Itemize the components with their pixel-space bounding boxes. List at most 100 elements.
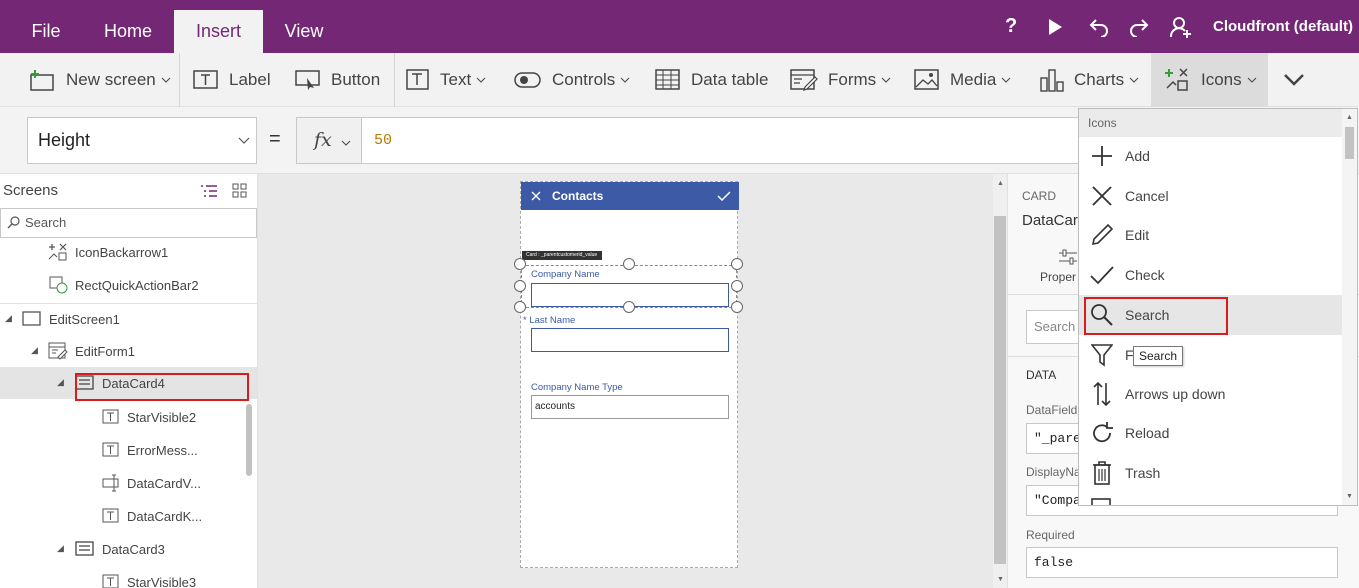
canvas-scrollbar[interactable]: ▲ ▼ (993, 174, 1007, 588)
tree-item-datacard3[interactable]: DataCard3 (75, 533, 165, 565)
equals-sign: = (269, 128, 281, 150)
ribbon-divider (179, 53, 180, 107)
tree-item-starvisible2[interactable]: StarVisible2 (102, 401, 196, 433)
chevron-down-icon (161, 77, 171, 83)
app-screen-preview[interactable]: Contacts Card : _parentcustomerid_value … (520, 181, 739, 568)
data-table-button[interactable]: Data table (655, 53, 769, 107)
icon-option-arrows-up-down[interactable]: Arrows up down (1079, 374, 1343, 414)
scroll-down-arrow-icon[interactable]: ▼ (1346, 493, 1353, 500)
tree-item-editscreen1[interactable]: EditScreen1 (22, 303, 120, 335)
resize-handle[interactable] (731, 258, 743, 270)
formula-input[interactable]: 50 (362, 117, 1082, 164)
last-name-input[interactable] (531, 328, 729, 352)
resize-handle[interactable] (731, 301, 743, 313)
icons-button[interactable]: Icons (1151, 53, 1268, 107)
tree-item-label: StarVisible2 (127, 409, 197, 425)
icon-option-check[interactable]: Check (1079, 255, 1343, 295)
button-button[interactable]: Button (295, 53, 380, 107)
app-title: Contacts (552, 189, 604, 203)
fx-button[interactable]: fx (296, 117, 362, 164)
label-icon (193, 70, 218, 89)
rectangle-shape-icon (49, 276, 68, 294)
icon-option-partial[interactable] (1079, 493, 1343, 505)
controls-button[interactable]: Controls (514, 53, 630, 107)
undo-icon (1089, 18, 1108, 37)
trash-icon (1093, 461, 1111, 485)
properties-tab[interactable]: Proper (1040, 270, 1076, 284)
icon-option-filter[interactable]: F (1079, 335, 1343, 375)
label-button[interactable]: Label (193, 53, 271, 107)
tree-item-editform1[interactable]: EditForm1 (48, 335, 135, 367)
icons-dropdown-header: Icons (1079, 109, 1357, 137)
tree-item-label: StarVisible3 (127, 574, 197, 588)
scroll-up-arrow-icon[interactable]: ▲ (1346, 114, 1353, 121)
icons-dropdown-scrollbar[interactable]: ▲ ▼ (1342, 109, 1357, 505)
icon-option-add[interactable]: Add (1079, 136, 1343, 176)
expand-triangle-icon[interactable]: ◢ (31, 345, 38, 356)
card-type-label: CARD (1022, 189, 1057, 203)
media-button[interactable]: Media (914, 53, 1011, 107)
close-icon[interactable] (531, 191, 541, 201)
screens-search-input[interactable]: Search (0, 208, 257, 238)
resize-handle[interactable] (623, 301, 635, 313)
chevron-down-icon (238, 118, 250, 180)
partial-icon (1091, 498, 1111, 505)
tree-item-errormessage[interactable]: ErrorMess... (102, 434, 198, 466)
displayname-label: DisplayNa (1026, 465, 1081, 479)
scroll-up-arrow-icon[interactable]: ▲ (997, 180, 1004, 187)
icon-option-edit[interactable]: Edit (1079, 215, 1343, 255)
help-button[interactable]: ? (1005, 0, 1017, 53)
company-type-input[interactable]: accounts (531, 395, 729, 419)
expand-triangle-icon[interactable]: ◢ (5, 313, 12, 324)
tree-item-starvisible3[interactable]: StarVisible3 (102, 566, 196, 588)
icon-option-reload[interactable]: Reload (1079, 413, 1343, 453)
tree-item-datacardkey[interactable]: DataCardK... (102, 500, 202, 532)
charts-label: Charts (1074, 70, 1125, 89)
check-icon[interactable] (717, 191, 731, 201)
resize-handle[interactable] (731, 280, 743, 292)
expand-triangle-icon[interactable]: ◢ (57, 377, 64, 388)
icon-option-label: Add (1125, 148, 1150, 164)
icon-option-cancel[interactable]: Cancel (1079, 176, 1343, 216)
screens-title: Screens (3, 182, 59, 199)
last-name-label: * Last Name (523, 315, 576, 326)
tree-item-label: EditForm1 (75, 343, 135, 359)
forms-button[interactable]: Forms (790, 53, 891, 107)
scroll-down-arrow-icon[interactable]: ▼ (997, 576, 1004, 583)
new-screen-button[interactable]: New screen (30, 53, 171, 107)
property-dropdown[interactable]: Height (27, 117, 257, 164)
tree-view-icon[interactable] (200, 184, 218, 198)
undo-button[interactable] (1088, 0, 1110, 53)
tab-file[interactable]: File (18, 10, 74, 53)
play-button[interactable] (1047, 0, 1063, 53)
icon-option-trash[interactable]: Trash (1079, 453, 1343, 493)
company-name-label: Company Name (531, 269, 600, 280)
form-icon (790, 69, 818, 91)
tab-view[interactable]: View (274, 10, 334, 53)
tab-insert[interactable]: Insert (174, 10, 263, 53)
account-name[interactable]: Cloudfront (default) (1213, 0, 1353, 53)
required-input[interactable]: false (1026, 547, 1338, 578)
thumbnail-view-icon[interactable] (232, 183, 247, 198)
charts-button[interactable]: Charts (1040, 53, 1139, 107)
account-button[interactable] (1170, 0, 1192, 53)
scroll-thumb[interactable] (1345, 127, 1354, 159)
resize-handle[interactable] (514, 301, 526, 313)
resize-handle[interactable] (514, 258, 526, 270)
scroll-thumb[interactable] (994, 216, 1006, 564)
tree-item-datacardvalue[interactable]: DataCardV... (102, 467, 201, 499)
x-icon (1092, 186, 1112, 206)
resize-handle[interactable] (623, 258, 635, 270)
ribbon-divider (394, 53, 395, 107)
tree-item-rectquickactionbar2[interactable]: RectQuickActionBar2 (48, 269, 199, 301)
resize-handle[interactable] (514, 280, 526, 292)
text-button[interactable]: Text (406, 53, 486, 107)
tree-item-iconbackarrow1[interactable]: IconBackarrow1 (48, 236, 168, 268)
tree-scrollbar[interactable] (246, 404, 252, 476)
ribbon-more-button[interactable] (1283, 53, 1315, 107)
icon-option-label: Reload (1125, 425, 1170, 441)
redo-button[interactable] (1128, 0, 1150, 53)
card-name: DataCar (1022, 212, 1078, 229)
tab-home[interactable]: Home (92, 10, 164, 53)
expand-triangle-icon[interactable]: ◢ (57, 543, 64, 554)
